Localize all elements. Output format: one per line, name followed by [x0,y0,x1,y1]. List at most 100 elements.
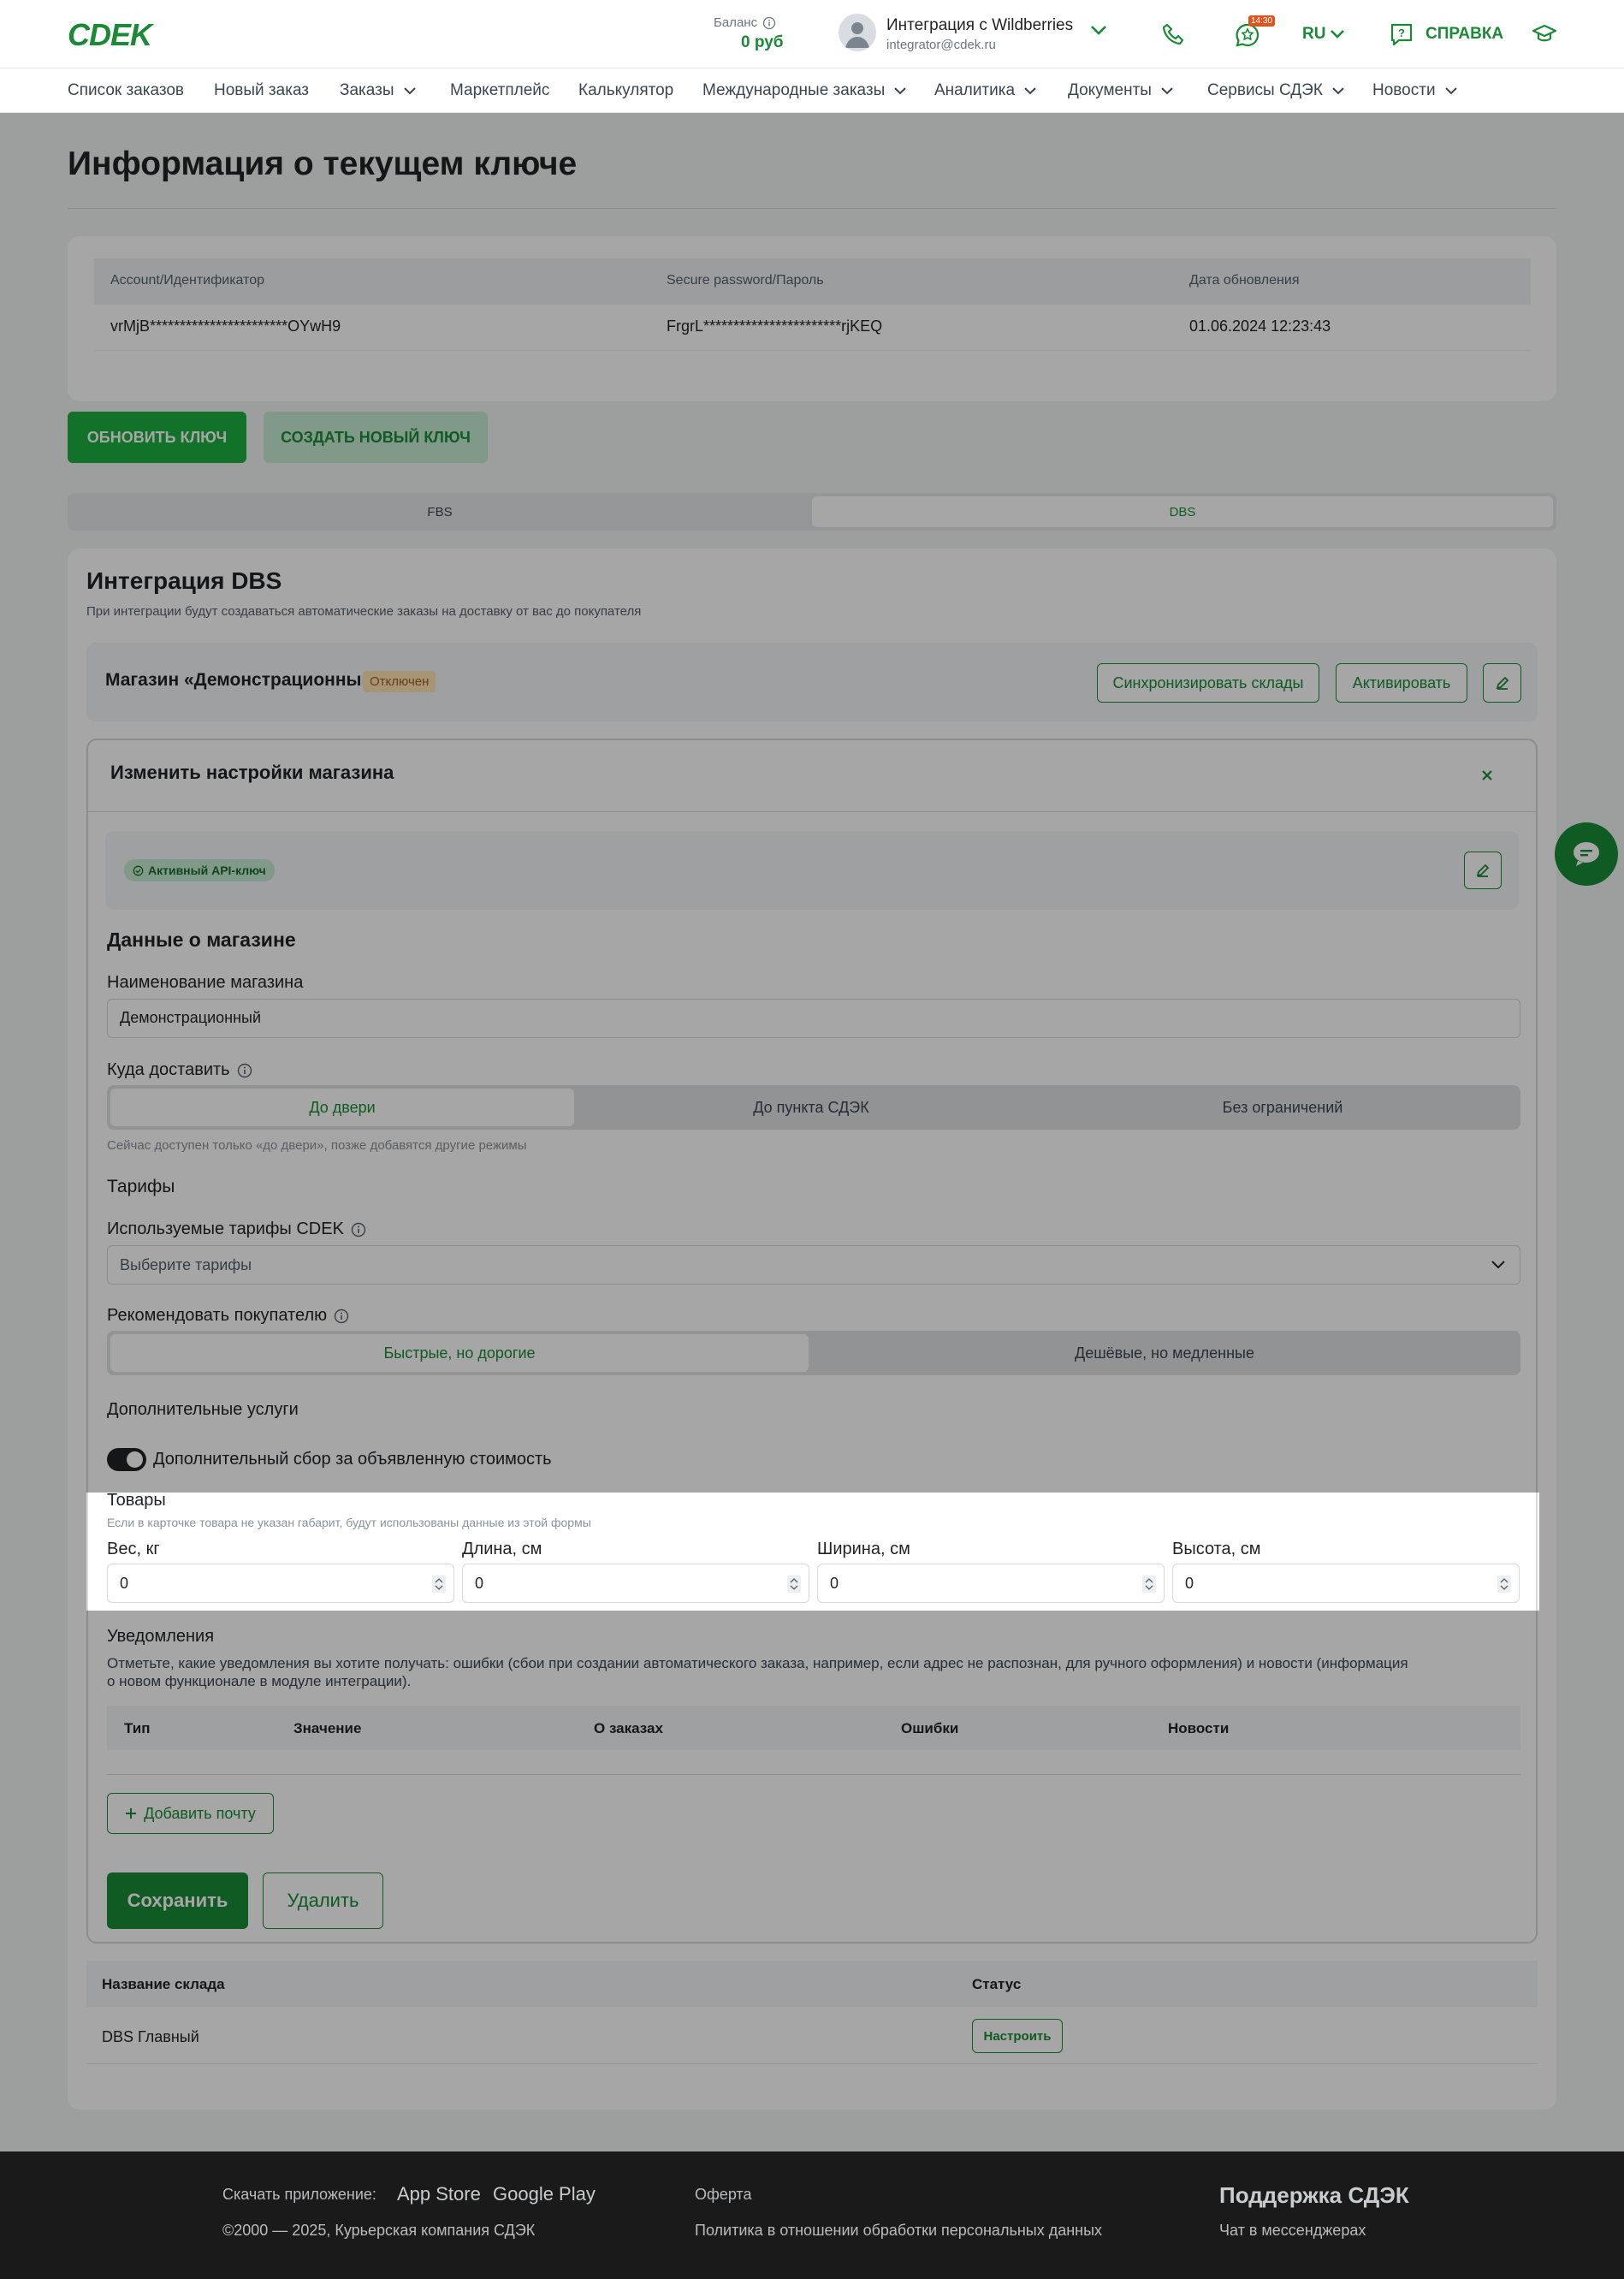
column-header: Account/Идентификатор [110,273,265,288]
chat-bubble-icon [1571,840,1602,868]
delete-button[interactable]: Удалить [263,1872,383,1929]
tab-fbs[interactable]: FBS [71,496,809,527]
store-data-title: Данные о магазине [107,929,296,951]
divider [94,350,1531,351]
edit-store-button[interactable] [1483,663,1521,703]
status-badge: Отключен [363,671,436,692]
refresh-key-button[interactable]: ОБНОВИТЬ КЛЮЧ [68,412,246,463]
column-header: Название склада [102,1976,225,1992]
goods-title: Товары [107,1491,166,1510]
recommend-option-cheap[interactable]: Дешёвые, но медленные [812,1334,1517,1372]
nav-item-orders[interactable]: Заказы [340,81,417,100]
account-id: vrMjB***********************OYwH9 [110,318,341,335]
nav-item-new-order[interactable]: Новый заказ [214,81,309,100]
deliver-option-any[interactable]: Без ограничений [1048,1089,1517,1126]
google-play-link[interactable]: Google Play [493,2183,596,2205]
dbs-title: Интеграция DBS [86,567,282,594]
column-header: Статус [972,1976,1022,1992]
chat-badge: 14:30 [1248,15,1276,27]
sync-warehouses-button[interactable]: Синхронизировать склады [1097,663,1319,703]
cdek-logo[interactable]: CDEK [68,17,152,53]
recommend-option-fast[interactable]: Быстрые, но дорогие [110,1334,809,1372]
deliver-label: Куда доставить [107,1060,252,1080]
add-email-button[interactable]: Добавить почту [107,1793,274,1834]
privacy-link[interactable]: Политика в отношении обработки персональ… [695,2222,1102,2240]
balance-value: 0 руб [741,33,784,51]
length-input[interactable]: 0 [462,1564,809,1603]
deliver-option-door[interactable]: До двери [110,1089,574,1126]
language-selector[interactable]: RU [1302,25,1325,44]
deliver-option-pickup[interactable]: До пункта СДЭК [578,1089,1045,1126]
footer: Скачать приложение: App Store Google Pla… [0,2151,1624,2279]
info-icon [762,16,776,30]
configure-warehouse-button[interactable]: Настроить [972,2019,1063,2053]
support-title: Поддержка СДЭК [1219,2182,1409,2208]
chevron-down-icon[interactable] [1089,24,1108,36]
weight-value: 0 [120,1575,129,1592]
declared-value-toggle[interactable] [107,1448,146,1471]
chevron-down-icon [1491,1260,1506,1270]
help-link[interactable]: СПРАВКА [1425,25,1503,44]
chevron-down-icon [1331,86,1345,95]
notifications-text: о новом функционале в модуле интеграции)… [107,1673,412,1689]
chevron-down-icon [1160,86,1174,95]
nav-item-orders-list[interactable]: Список заказов [68,81,184,100]
copyright: ©2000 — 2025, Курьерская компания СДЭК [222,2222,536,2239]
dbs-card: Интеграция DBS При интеграции будут созд… [68,549,1556,2110]
nav-item-calculator[interactable]: Калькулятор [578,81,673,100]
column-header: О заказах [594,1720,663,1736]
chevron-down-icon[interactable] [1329,28,1346,39]
width-value: 0 [830,1575,839,1592]
chevron-down-icon [893,86,907,95]
offer-link[interactable]: Оферта [695,2186,752,2204]
api-key-row: Активный API-ключ [105,831,1519,910]
warehouses-table-header [86,1961,1538,2007]
stepper-icon[interactable] [786,1575,802,1594]
column-header: Secure password/Пароль [667,273,824,288]
support-chat-link[interactable]: Чат в мессенджерах [1219,2222,1366,2240]
page-title: Информация о текущем ключе [68,145,578,182]
support-chat-button[interactable] [1555,822,1618,886]
length-value: 0 [475,1575,484,1592]
key-info-card: Account/Идентификатор Secure password/Па… [68,236,1556,401]
info-icon [334,1309,349,1324]
nav-item-cdek-services[interactable]: Сервисы СДЭК [1207,81,1345,100]
stepper-icon[interactable] [431,1575,447,1594]
stepper-icon[interactable] [1141,1575,1157,1594]
tab-dbs[interactable]: DBS [812,496,1553,527]
edit-icon [1495,675,1510,691]
check-circle-icon [133,865,144,876]
column-header: Новости [1168,1720,1230,1736]
tariffs-select[interactable]: Выберите тарифы [107,1245,1520,1285]
nav-item-international-orders[interactable]: Международные заказы [702,81,907,100]
notifications-title: Уведомления [107,1627,215,1646]
divider [88,811,1536,812]
help-icon[interactable]: ? [1389,21,1414,47]
store-name: Магазин «Демонстрационный» [105,670,383,690]
height-input[interactable]: 0 [1172,1564,1520,1603]
weight-label: Вес, кг [107,1540,160,1558]
edit-api-key-button[interactable] [1464,852,1502,889]
graduation-cap-icon[interactable] [1532,23,1557,45]
nav-item-news[interactable]: Новости [1372,81,1458,100]
avatar[interactable] [839,14,876,51]
length-label: Длина, см [462,1540,542,1558]
create-key-button[interactable]: СОЗДАТЬ НОВЫЙ КЛЮЧ [264,412,488,463]
nav-item-analytics[interactable]: Аналитика [934,81,1037,100]
top-header: CDEK Баланс 0 руб Интеграция с Wildberri… [0,0,1624,68]
save-button[interactable]: Сохранить [107,1872,248,1929]
activate-button[interactable]: Активировать [1336,663,1467,703]
nav-item-documents[interactable]: Документы [1068,81,1174,100]
secure-password: FrgrL***********************rjKEQ [667,318,883,335]
app-store-link[interactable]: App Store [397,2183,481,2205]
store-name-input[interactable]: Демонстрационный [107,999,1520,1038]
width-input[interactable]: 0 [817,1564,1165,1603]
phone-icon[interactable] [1161,22,1185,46]
stepper-icon[interactable] [1497,1575,1512,1594]
nav-item-marketplace[interactable]: Маркетплейс [450,81,549,100]
balance-label: Баланс [714,15,758,30]
close-icon[interactable] [1479,768,1495,783]
user-name[interactable]: Интеграция с Wildberries [886,16,1073,35]
divider [86,2063,1538,2064]
weight-input[interactable]: 0 [107,1564,454,1603]
